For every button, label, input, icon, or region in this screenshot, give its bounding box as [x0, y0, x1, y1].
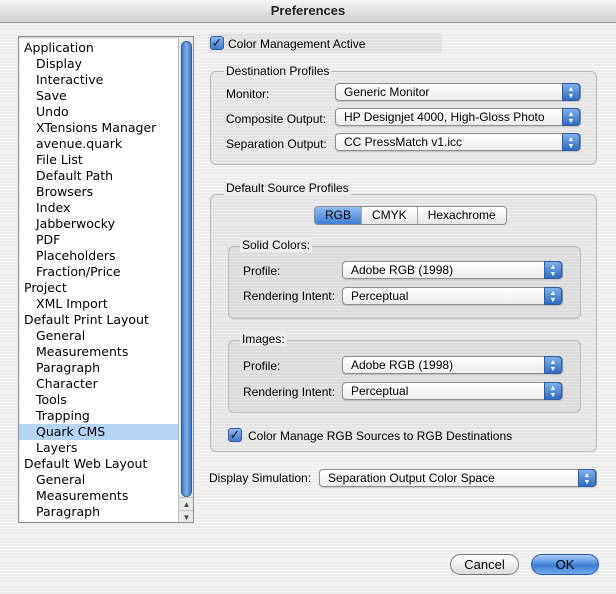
separation-output-popup[interactable]: CC PressMatch v1.icc ▲ ▼ [335, 133, 581, 151]
sidebar-item[interactable]: Default Print Layout [19, 312, 193, 328]
solid-rendering-intent-popup[interactable]: Perceptual ▲ ▼ [342, 287, 563, 305]
scroll-up-arrow-icon[interactable]: ▲ [179, 497, 193, 510]
images-title: Images: [240, 332, 287, 346]
images-profile-label: Profile: [243, 359, 281, 373]
solid-rendering-intent-label: Rendering Intent: [243, 289, 336, 303]
sidebar-item[interactable]: XTensions Manager [19, 120, 193, 136]
sidebar-item[interactable]: PDF [19, 232, 193, 248]
popup-arrows-icon: ▲ ▼ [544, 261, 562, 279]
sidebar-item[interactable]: Index [19, 200, 193, 216]
sidebar-item[interactable]: Undo [19, 104, 193, 120]
sidebar-item[interactable]: Fraction/Price [19, 264, 193, 280]
tab-cmyk[interactable]: CMYK [361, 207, 417, 224]
monitor-label: Monitor: [226, 87, 270, 101]
images-profile-value: Adobe RGB (1998) [351, 358, 454, 372]
popup-arrows-icon: ▲ ▼ [562, 133, 580, 151]
monitor-profile-value: Generic Monitor [344, 85, 430, 99]
color-manage-rgb-checkbox[interactable]: ✓ [228, 428, 242, 442]
sidebar-item[interactable]: Character [19, 376, 193, 392]
tab-rgb[interactable]: RGB [315, 207, 362, 224]
sidebar-item[interactable]: General [19, 328, 193, 344]
images-rendering-intent-popup[interactable]: Perceptual ▲ ▼ [342, 382, 563, 400]
solid-colors-title: Solid Colors: [240, 238, 313, 252]
sidebar-item[interactable]: General [19, 472, 193, 488]
category-list: Application Display Interactive Save Undo XTe… [19, 37, 193, 520]
separation-output-value: CC PressMatch v1.icc [344, 135, 463, 149]
display-simulation-label: Display Simulation: [209, 471, 312, 485]
display-simulation-value: Separation Output Color Space [328, 471, 495, 485]
popup-arrows-icon: ▲ ▼ [544, 382, 562, 400]
images-rendering-intent-value: Perceptual [351, 384, 409, 398]
sidebar-item[interactable]: avenue.quark [19, 136, 193, 152]
sidebar-item[interactable]: Jabberwocky [19, 216, 193, 232]
monitor-profile-popup[interactable]: Generic Monitor ▲ ▼ [335, 83, 581, 101]
display-simulation-popup[interactable]: Separation Output Color Space ▲ ▼ [319, 469, 597, 487]
destination-profiles-title: Destination Profiles [224, 64, 332, 78]
preferences-category-list[interactable]: Application Display Interactive Save Undo XTe… [18, 36, 194, 523]
cancel-button[interactable]: Cancel [450, 554, 519, 575]
sidebar-item[interactable]: Trapping [19, 408, 193, 424]
solid-colors-group [228, 246, 581, 319]
ok-button[interactable]: OK [531, 554, 599, 575]
color-management-active-label: Color Management Active [228, 37, 366, 51]
sidebar-item[interactable]: Tools [19, 392, 193, 408]
composite-output-label: Composite Output: [226, 112, 327, 126]
solid-rendering-intent-value: Perceptual [351, 289, 409, 303]
separation-output-label: Separation Output: [226, 137, 327, 151]
source-profile-tabs: RGB CMYK Hexachrome [314, 206, 507, 225]
default-source-profiles-group [210, 194, 597, 452]
tab-hexachrome[interactable]: Hexachrome [416, 207, 506, 224]
popup-arrows-icon: ▲ ▼ [578, 469, 596, 487]
popup-arrows-icon: ▲ ▼ [544, 287, 562, 305]
default-source-profiles-title: Default Source Profiles [224, 181, 351, 195]
window-title: Preferences [0, 0, 616, 23]
sidebar-item[interactable]: Interactive [19, 72, 193, 88]
sidebar-item[interactable]: Placeholders [19, 248, 193, 264]
sidebar-item[interactable]: Default Web Layout [19, 456, 193, 472]
images-group [228, 340, 581, 413]
sidebar-item[interactable]: XML Import [19, 296, 193, 312]
images-profile-popup[interactable]: Adobe RGB (1998) ▲ ▼ [342, 356, 563, 374]
popup-arrows-icon: ▲ ▼ [544, 356, 562, 374]
scroll-thumb[interactable] [181, 41, 192, 497]
sidebar-scrollbar[interactable]: ▲ ▼ [178, 37, 193, 522]
sidebar-item[interactable]: File List [19, 152, 193, 168]
sidebar-item[interactable]: Project [19, 280, 193, 296]
popup-arrows-icon: ▲ ▼ [562, 83, 580, 101]
sidebar-item-selected[interactable]: Quark CMS [19, 424, 193, 440]
sidebar-item[interactable]: Display [19, 56, 193, 72]
composite-output-popup[interactable]: HP Designjet 4000, High-Gloss Photo ▲ ▼ [335, 108, 581, 126]
solid-profile-label: Profile: [243, 264, 281, 278]
solid-profile-popup[interactable]: Adobe RGB (1998) ▲ ▼ [342, 261, 563, 279]
sidebar-item[interactable]: Measurements [19, 488, 193, 504]
solid-profile-value: Adobe RGB (1998) [351, 263, 454, 277]
sidebar-item[interactable]: Default Path [19, 168, 193, 184]
composite-output-value: HP Designjet 4000, High-Gloss Photo [344, 110, 545, 124]
scroll-down-arrow-icon[interactable]: ▼ [179, 510, 193, 522]
images-rendering-intent-label: Rendering Intent: [243, 385, 336, 399]
sidebar-item[interactable]: Paragraph [19, 504, 193, 520]
sidebar-item[interactable]: Application [19, 40, 193, 56]
sidebar-item[interactable]: Measurements [19, 344, 193, 360]
sidebar-item[interactable]: Paragraph [19, 360, 193, 376]
color-management-active-checkbox[interactable]: ✓ [210, 36, 224, 50]
popup-arrows-icon: ▲ ▼ [562, 108, 580, 126]
sidebar-item[interactable]: Save [19, 88, 193, 104]
sidebar-item[interactable]: Browsers [19, 184, 193, 200]
sidebar-item[interactable]: Layers [19, 440, 193, 456]
color-manage-rgb-label: Color Manage RGB Sources to RGB Destinat… [248, 429, 513, 443]
